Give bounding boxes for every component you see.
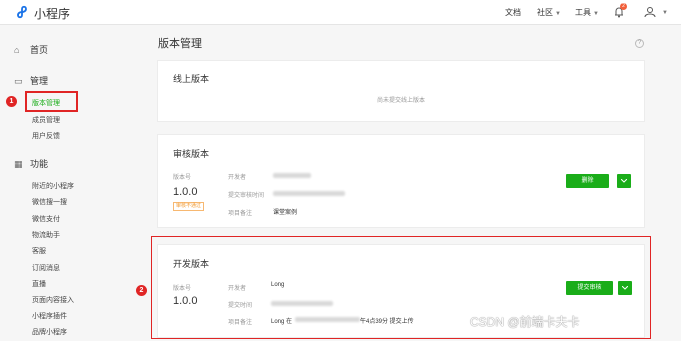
sidebar-item-pay[interactable]: 微信支付 xyxy=(32,214,60,224)
chevron-down-icon: ▼ xyxy=(555,11,561,17)
sidebar-section-manage[interactable]: ▭ 管理 xyxy=(14,74,48,87)
online-version-empty-text: 尚未提交线上版本 xyxy=(376,98,425,104)
nav-community-label: 社区 xyxy=(537,8,553,17)
review-note-label: 项目备注 xyxy=(228,211,253,217)
nav-tools-menu[interactable]: 工具 ▼ xyxy=(575,7,599,18)
review-version-label: 版本号 xyxy=(173,175,192,181)
user-avatar-icon[interactable] xyxy=(643,5,657,19)
sidebar-item-member-management[interactable]: 成员管理 xyxy=(32,115,60,125)
review-note-value: 课堂案例 xyxy=(273,210,298,216)
nav-tools-label: 工具 xyxy=(575,8,591,17)
chevron-down-icon[interactable]: ▼ xyxy=(660,7,668,16)
review-submit-time-redacted xyxy=(273,191,345,196)
sidebar-item-search[interactable]: 微信搜一搜 xyxy=(32,197,67,207)
sidebar-section-features[interactable]: ▦ 功能 xyxy=(14,157,48,170)
chevron-down-icon: ▼ xyxy=(593,11,599,17)
sidebar-features-label: 功能 xyxy=(30,159,49,169)
review-version-card: 审核版本 版本号 1.0.0 审核不通过 开发者 提交审核时间 项目备注 课堂案… xyxy=(157,134,645,228)
review-version-title: 审核版本 xyxy=(173,149,210,159)
top-bar: 小程序 文档 社区 ▼ 工具 ▼ 2 ▼ xyxy=(0,0,681,25)
sidebar-item-brand[interactable]: 品牌小程序 xyxy=(32,327,67,337)
review-developer-redacted xyxy=(273,173,311,178)
sidebar-item-subscription[interactable]: 订阅消息 xyxy=(32,263,60,273)
sidebar-item-user-feedback[interactable]: 用户反馈 xyxy=(32,131,60,141)
sidebar-manage-label: 管理 xyxy=(30,76,49,86)
inbox-icon: ▭ xyxy=(14,76,23,86)
annotation-marker-2: 2 xyxy=(136,285,147,296)
sidebar-item-customer-service[interactable]: 客服 xyxy=(32,246,46,256)
watermark-text: CSDN @前端卡夫卡 xyxy=(470,315,580,329)
sidebar-item-home[interactable]: ⌂ 首页 xyxy=(14,43,48,56)
review-version-number: 1.0.0 xyxy=(173,186,198,198)
online-version-card: 线上版本 尚未提交线上版本 xyxy=(157,60,645,122)
review-developer-label: 开发者 xyxy=(228,175,247,181)
nav-community-menu[interactable]: 社区 ▼ xyxy=(537,7,561,18)
review-status-badge: 审核不通过 xyxy=(173,202,205,211)
review-more-dropdown[interactable] xyxy=(617,174,631,188)
mini-program-logo-icon[interactable] xyxy=(15,4,31,20)
annotation-highlight-box xyxy=(25,91,78,112)
sidebar-item-nearby[interactable]: 附近的小程序 xyxy=(32,181,74,191)
page-title: 版本管理 xyxy=(158,38,202,50)
sidebar-item-plugins[interactable]: 小程序插件 xyxy=(32,311,67,321)
nav-docs-link[interactable]: 文档 xyxy=(505,7,521,18)
app-name[interactable]: 小程序 xyxy=(34,5,70,22)
annotation-marker-1: 1 xyxy=(6,96,17,107)
review-submit-time-label: 提交审核时间 xyxy=(228,193,265,199)
home-icon: ⌂ xyxy=(14,45,20,55)
sidebar-item-content-access[interactable]: 页面内容接入 xyxy=(32,295,74,305)
grid-icon: ▦ xyxy=(14,159,23,169)
chevron-down-icon xyxy=(621,179,627,183)
sidebar-item-live[interactable]: 直播 xyxy=(32,279,46,289)
delete-button[interactable]: 删除 xyxy=(566,174,609,188)
online-version-title: 线上版本 xyxy=(173,74,210,84)
help-icon[interactable]: ? xyxy=(635,39,644,48)
sidebar-item-logistics[interactable]: 物流助手 xyxy=(32,230,60,240)
notification-badge: 2 xyxy=(620,3,627,10)
sidebar-home-label: 首页 xyxy=(30,45,49,55)
